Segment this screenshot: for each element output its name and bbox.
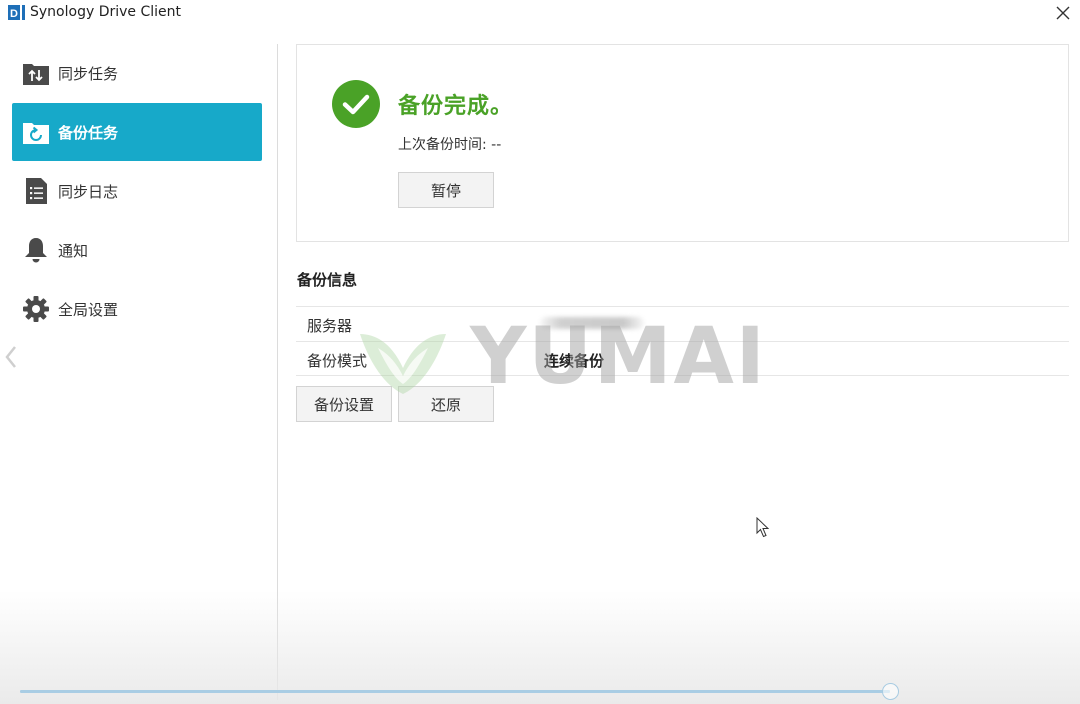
svg-text:D: D — [10, 8, 18, 20]
backup-status-title: 备份完成。 — [398, 94, 514, 119]
window-title: Synology Drive Client — [30, 4, 181, 20]
sync-task-icon — [23, 64, 49, 85]
gear-icon — [23, 296, 49, 322]
backup-info-heading: 备份信息 — [297, 271, 358, 289]
server-address-redacted — [540, 317, 644, 329]
sidebar-item-sync-task[interactable]: 同步任务 — [12, 44, 262, 102]
check-circle-icon — [332, 80, 380, 128]
info-key: 备份模式 — [307, 352, 368, 370]
sidebar-divider — [277, 44, 278, 700]
sidebar-item-label: 备份任务 — [58, 123, 119, 142]
sync-log-icon — [26, 178, 47, 204]
mouse-cursor-icon — [756, 517, 770, 538]
progress-track — [20, 683, 899, 700]
backup-task-icon — [23, 123, 49, 144]
sidebar-item-label: 通知 — [58, 241, 89, 260]
info-row-backup-mode: 备份模式 连续备份 — [296, 341, 1069, 376]
sidebar-item-backup-task[interactable]: 备份任务 — [12, 103, 262, 161]
progress-handle[interactable] — [882, 683, 899, 700]
bell-icon — [25, 238, 47, 263]
info-value: 连续备份 — [544, 352, 605, 370]
chevron-left-icon[interactable] — [3, 344, 19, 370]
last-backup-time: 上次备份时间: -- — [398, 137, 502, 153]
pause-button[interactable]: 暂停 — [398, 172, 494, 208]
title-bar: D Synology Drive Client — [0, 0, 1080, 26]
sidebar-item-label: 同步日志 — [58, 182, 119, 201]
sidebar-item-label: 同步任务 — [58, 64, 119, 83]
sidebar-item-sync-log[interactable]: 同步日志 — [12, 162, 262, 220]
sidebar: 同步任务 备份任务 同步日志 通知 全局设置 — [0, 44, 278, 704]
info-key: 服务器 — [307, 317, 353, 335]
backup-settings-button[interactable]: 备份设置 — [296, 386, 392, 422]
progress-fill — [20, 690, 890, 693]
backup-info-table: 服务器 备份模式 连续备份 — [296, 306, 1069, 376]
backup-status-card: 备份完成。 上次备份时间: -- 暂停 — [296, 44, 1069, 242]
close-icon[interactable] — [1052, 2, 1074, 24]
info-row-server: 服务器 — [296, 306, 1069, 341]
app-window: D Synology Drive Client 同步任务 备份任务 同步日志 通… — [0, 0, 1080, 704]
sidebar-item-global-settings[interactable]: 全局设置 — [12, 280, 262, 338]
synology-drive-logo-icon: D — [8, 5, 25, 20]
restore-button[interactable]: 还原 — [398, 386, 494, 422]
sidebar-item-label: 全局设置 — [58, 300, 119, 319]
sidebar-item-notifications[interactable]: 通知 — [12, 221, 262, 279]
